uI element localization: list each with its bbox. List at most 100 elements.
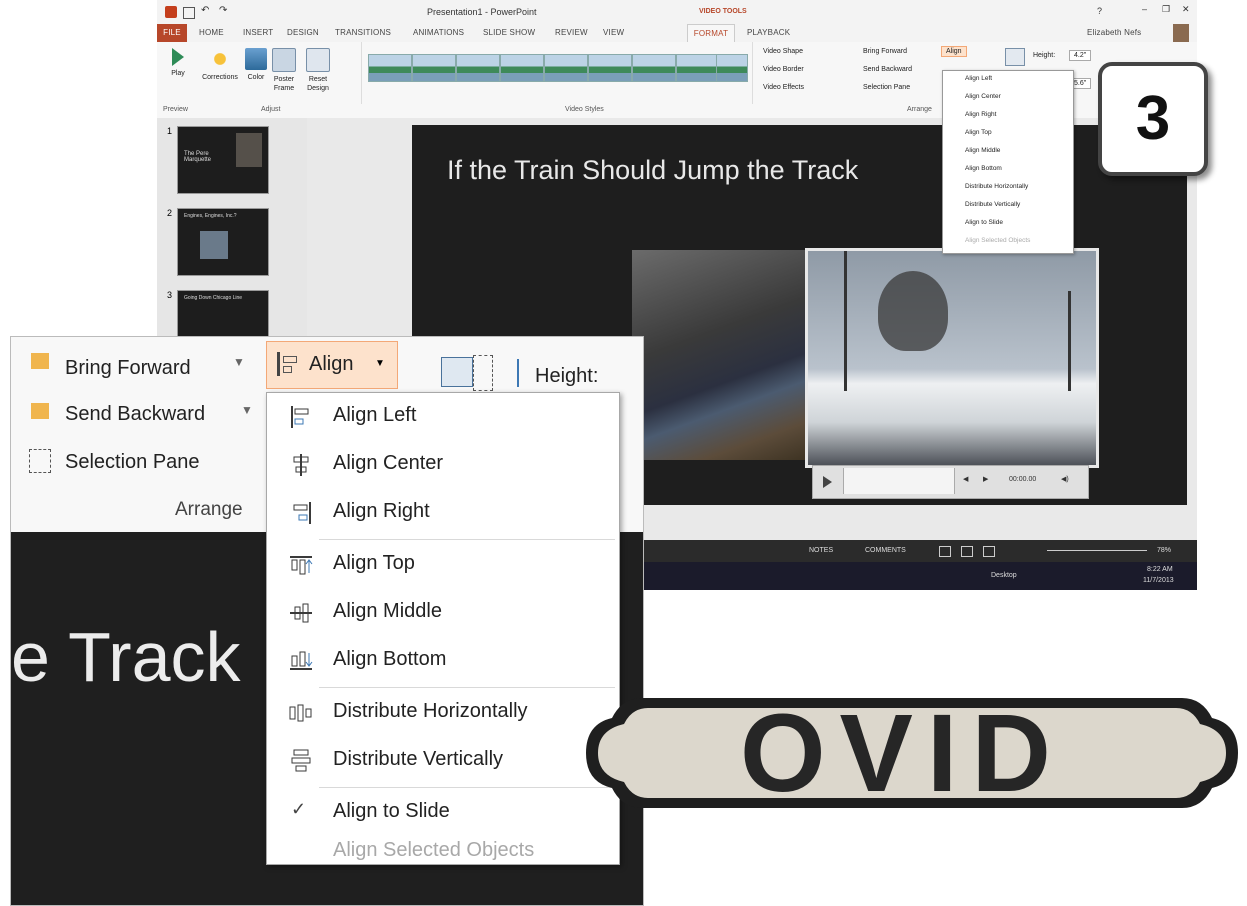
comments-button[interactable]: COMMENTS	[865, 547, 906, 554]
crop-picture-icon[interactable]	[441, 357, 473, 387]
seek-bar[interactable]	[843, 468, 955, 494]
small-align-center[interactable]: Align Center	[965, 93, 1001, 100]
zoom-align-button[interactable]: Align ▼	[266, 341, 398, 389]
small-align-left[interactable]: Align Left	[965, 75, 992, 82]
tab-format[interactable]: FORMAT	[687, 24, 735, 42]
title-bar: ↶ ↷ Presentation1 - PowerPoint VIDEO TOO…	[157, 0, 1197, 24]
menu-align-top[interactable]: Align Top	[267, 541, 619, 589]
color-button[interactable]: Color	[243, 48, 269, 82]
bring-forward-button[interactable]: Bring Forward	[863, 48, 907, 55]
small-align-top[interactable]: Align Top	[965, 129, 992, 136]
corrections-button[interactable]: Corrections	[199, 48, 241, 82]
step-back-icon[interactable]: ◀	[963, 475, 968, 483]
video-style-7[interactable]	[632, 54, 676, 82]
window-title: Presentation1 - PowerPoint	[427, 7, 537, 17]
menu-distribute-horizontally[interactable]: Distribute Horizontally	[267, 689, 619, 737]
video-style-4[interactable]	[500, 54, 544, 82]
video-style-2[interactable]	[412, 54, 456, 82]
video-style-9[interactable]	[716, 54, 748, 82]
dropdown-arrow-icon[interactable]: ▼	[241, 403, 253, 417]
normal-view-icon[interactable]	[939, 546, 951, 557]
close-icon[interactable]: ✕	[1182, 4, 1190, 15]
tab-slide-show[interactable]: SLIDE SHOW	[483, 28, 535, 37]
minimize-icon[interactable]: –	[1142, 4, 1147, 14]
video-style-8[interactable]	[676, 54, 720, 82]
redo-icon[interactable]: ↷	[219, 5, 227, 16]
zoomed-arrange-panel: Bring Forward ▼ Send Backward ▼ Selectio…	[10, 336, 644, 906]
video-style-3[interactable]	[456, 54, 500, 82]
tab-view[interactable]: VIEW	[603, 28, 624, 37]
desktop-label[interactable]: Desktop	[991, 572, 1017, 579]
menu-align-left[interactable]: Align Left	[267, 393, 619, 441]
menu-align-right[interactable]: Align Right	[267, 489, 619, 537]
video-border-button[interactable]: Video Border	[763, 66, 804, 73]
height-field[interactable]: 4.2"	[1069, 50, 1092, 61]
menu-align-center[interactable]: Align Center	[267, 441, 619, 489]
menu-align-to-slide[interactable]: ✓ Align to Slide	[267, 789, 619, 837]
align-left-icon	[289, 405, 313, 429]
reading-view-icon[interactable]	[983, 546, 995, 557]
play-icon[interactable]	[823, 476, 832, 488]
tab-transitions[interactable]: TRANSITIONS	[335, 28, 391, 37]
selection-pane-button[interactable]: Selection Pane	[863, 84, 910, 91]
save-icon[interactable]	[183, 7, 195, 19]
step-number-badge: 3	[1098, 62, 1208, 176]
tab-file[interactable]: FILE	[157, 24, 187, 42]
user-name[interactable]: Elizabeth Nefs	[1087, 28, 1141, 37]
small-distribute-horizontally[interactable]: Distribute Horizontally	[965, 183, 1028, 190]
tree-shape	[878, 271, 948, 351]
zoom-send-backward-button[interactable]: Send Backward	[65, 403, 205, 426]
small-align-middle[interactable]: Align Middle	[965, 147, 1000, 154]
reset-design-button[interactable]: Reset Design	[301, 48, 335, 93]
video-style-1[interactable]	[368, 54, 412, 82]
align-button[interactable]: Align	[941, 46, 967, 57]
undo-icon[interactable]: ↶	[201, 5, 209, 16]
small-align-bottom[interactable]: Align Bottom	[965, 165, 1002, 172]
menu-separator	[319, 539, 615, 540]
video-shape-button[interactable]: Video Shape	[763, 48, 803, 55]
slide-thumbnail-1[interactable]: The Pere Marquette	[177, 126, 269, 194]
zoom-slider[interactable]	[1047, 550, 1147, 551]
menu-align-bottom[interactable]: Align Bottom	[267, 637, 619, 685]
video-effects-button[interactable]: Video Effects	[763, 84, 804, 91]
zoom-level[interactable]: 78%	[1157, 547, 1171, 554]
menu-distribute-vertically[interactable]: Distribute Vertically	[267, 737, 619, 785]
zoom-selection-pane-button[interactable]: Selection Pane	[65, 451, 200, 474]
small-align-to-slide[interactable]: Align to Slide	[965, 219, 1003, 226]
restore-icon[interactable]: ❐	[1162, 4, 1170, 15]
volume-icon[interactable]: ◀)	[1061, 475, 1069, 483]
zoom-bring-forward-button[interactable]: Bring Forward	[65, 357, 191, 380]
notes-button[interactable]: NOTES	[809, 547, 833, 554]
crop-dashed-icon[interactable]	[473, 355, 493, 391]
avatar[interactable]	[1173, 24, 1189, 42]
play-button[interactable]: Play	[163, 48, 193, 78]
tab-design[interactable]: DESIGN	[287, 28, 319, 37]
video-style-6[interactable]	[588, 54, 632, 82]
poster-frame-button[interactable]: Poster Frame	[269, 48, 299, 93]
small-align-right[interactable]: Align Right	[965, 111, 996, 118]
crop-button[interactable]	[1005, 48, 1025, 66]
step-forward-icon[interactable]: ▶	[983, 475, 988, 483]
help-icon[interactable]: ?	[1097, 6, 1102, 16]
pole-shape	[1068, 291, 1071, 391]
video-style-5[interactable]	[544, 54, 588, 82]
video-frame[interactable]	[805, 248, 1099, 468]
menu-align-middle[interactable]: Align Middle	[267, 589, 619, 637]
video-styles-gallery[interactable]	[361, 42, 753, 104]
dropdown-arrow-icon[interactable]: ▼	[233, 355, 245, 369]
slide-thumbnail-2[interactable]: Engines, Engines, Inc.?	[177, 208, 269, 276]
tab-home[interactable]: HOME	[199, 28, 224, 37]
tab-animations[interactable]: ANIMATIONS	[413, 28, 464, 37]
align-top-icon	[289, 553, 313, 577]
slide-title[interactable]: If the Train Should Jump the Track	[447, 155, 858, 186]
tab-review[interactable]: REVIEW	[555, 28, 588, 37]
tab-insert[interactable]: INSERT	[243, 28, 273, 37]
tab-playback[interactable]: PLAYBACK	[747, 28, 790, 37]
send-backward-button[interactable]: Send Backward	[863, 66, 912, 73]
small-distribute-vertically[interactable]: Distribute Vertically	[965, 201, 1020, 208]
slide-sorter-icon[interactable]	[961, 546, 973, 557]
powerpoint-logo-icon	[165, 6, 177, 18]
locomotive-photo[interactable]	[632, 250, 817, 460]
zoom-height-label: Height:	[535, 365, 599, 387]
arrange-group-label: Arrange	[175, 499, 243, 520]
